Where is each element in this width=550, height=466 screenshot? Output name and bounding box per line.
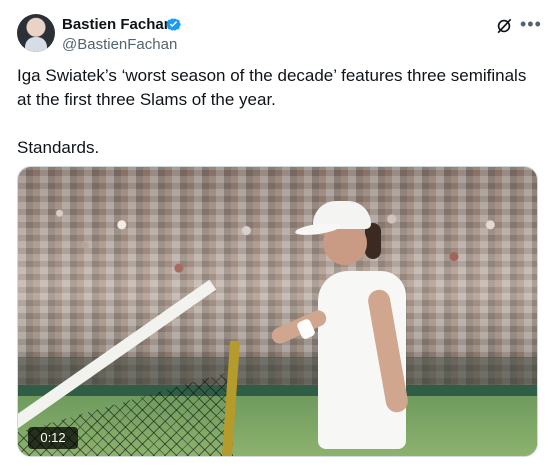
author-name[interactable]: Bastien Fachan xyxy=(62,16,173,33)
verified-badge-icon xyxy=(166,18,181,31)
video-duration-badge: 0:12 xyxy=(28,427,78,449)
tennis-player xyxy=(269,201,433,453)
author-avatar[interactable] xyxy=(17,14,55,52)
grok-icon[interactable] xyxy=(494,16,514,36)
tweet-video[interactable] xyxy=(17,166,538,457)
author-handle[interactable]: @BastienFachan xyxy=(62,36,177,53)
more-options-icon[interactable]: ••• xyxy=(520,14,542,35)
tweet-text: Iga Swiatek’s ‘worst season of the decad… xyxy=(17,66,527,157)
